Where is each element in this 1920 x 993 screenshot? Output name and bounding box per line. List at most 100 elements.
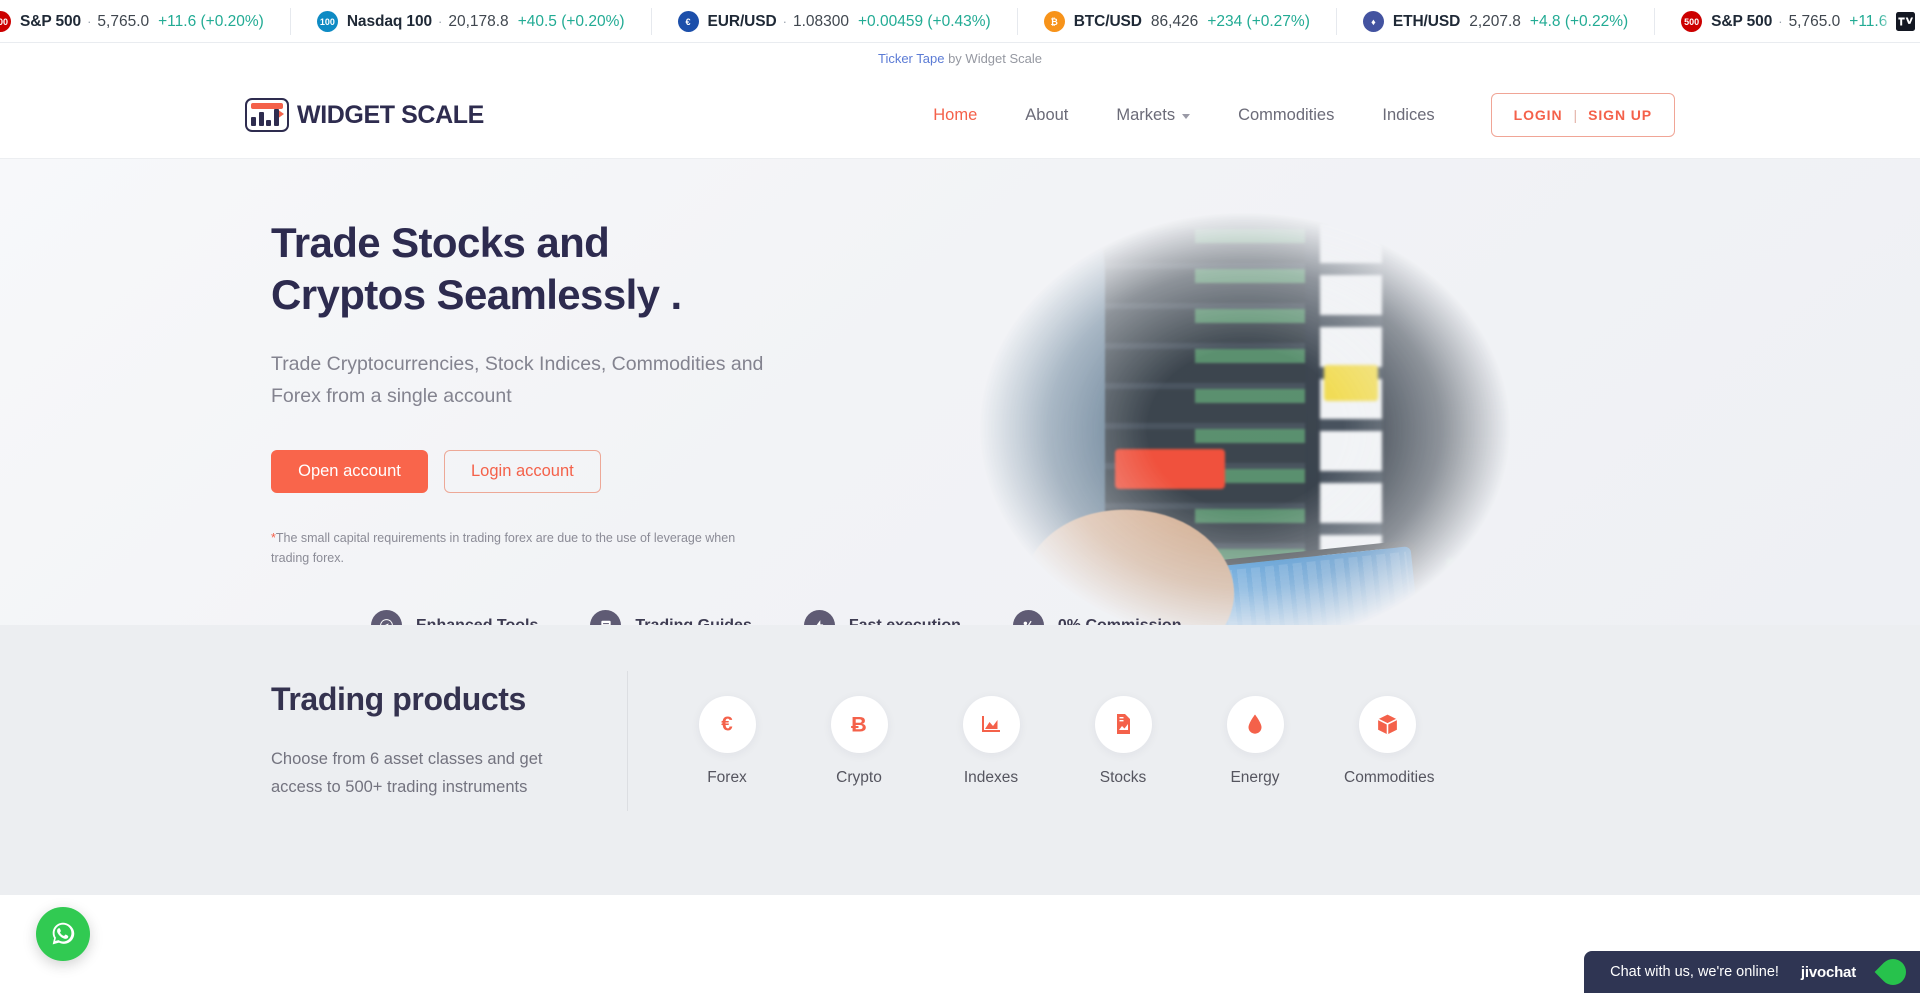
ticker-symbol-icon: 500 [1681, 11, 1703, 32]
ticker-name: BTC/USD [1073, 12, 1142, 30]
ticker-symbol-icon: ♦ [1362, 11, 1384, 32]
hero-actions: Open account Login account [271, 449, 1675, 493]
nav-item-label: About [1025, 105, 1069, 124]
ticker-change: +0.00459 (+0.43%) [857, 12, 991, 30]
jivochat-leaf-icon [1874, 953, 1912, 991]
hero-feature-label: 0% Commission [1058, 617, 1182, 625]
ticker-name: Nasdaq 100 [346, 12, 432, 30]
ticker-item[interactable]: € EUR/USD · 1.08300 +0.00459 (+0.43%) [652, 8, 1018, 35]
ticker-dot: · [1778, 14, 1783, 29]
ticker-item[interactable]: ♦ ETH/USD 2,207.8 +4.8 (+0.22%) [1337, 8, 1656, 35]
bar-chart-logo-icon [245, 98, 289, 132]
ticker-symbol-icon: 500 [0, 11, 11, 32]
chevron-down-icon [1182, 114, 1191, 119]
brand-logo[interactable]: WIDGET SCALE [245, 98, 484, 132]
chat-brand-label: jivochat [1800, 963, 1856, 981]
percent-icon [1012, 610, 1044, 625]
hero-feature: Fast execution [803, 610, 961, 625]
ticker-price: 5,765.0 [1788, 12, 1841, 30]
page-title: Trade Stocks and Cryptos Seamlessly . [271, 217, 1675, 321]
product-card-crypto[interactable]: Ƀ Crypto [816, 695, 902, 787]
products-title: Trading products [271, 680, 526, 717]
nav-item-label: Indices [1382, 105, 1435, 124]
ticker-dot: · [438, 14, 443, 29]
nav-item-commodities[interactable]: Commodities [1214, 96, 1358, 135]
ticker-attribution-link[interactable]: Ticker Tape [878, 51, 944, 66]
document-icon [590, 610, 622, 625]
site-header: WIDGET SCALE Home About Markets Commodities… [0, 72, 1920, 159]
ticker-item[interactable]: 500S&P 500·5,765.0+11.6 (+0.20%) [1655, 8, 1920, 35]
ticker-price: 5,765.0 [97, 12, 150, 30]
svg-text:€: € [721, 713, 733, 736]
hero-content: Trade Stocks and Cryptos Seamlessly . Tr… [245, 159, 1675, 625]
login-link[interactable]: LOGIN [1514, 107, 1563, 123]
ticker-price: 86,426 [1150, 12, 1199, 30]
hero-subheading: Trade Cryptocurrencies, Stock Indices, C… [271, 353, 764, 407]
product-card-forex[interactable]: € Forex [684, 695, 770, 787]
login-signup-button[interactable]: LOGIN | SIGN UP [1490, 93, 1675, 137]
disclaimer-text: The small capital requirements in tradin… [271, 530, 736, 565]
hero-heading-line1: Trade Stocks and [271, 219, 610, 266]
ticker-row[interactable]: 500 S&P 500 · 5,765.0 +11.6 (+0.20%) 100 Nasda… [0, 0, 1920, 42]
hero-heading-line2: Cryptos Seamlessly . [271, 271, 682, 319]
hero-feature: Enhanced Tools [371, 610, 538, 625]
ticker-change: +11.6 (+0.20%) [158, 12, 264, 30]
ticker-change: +40.5 (+0.20%) [517, 12, 625, 30]
hero-feature-label: Fast execution [849, 617, 961, 625]
ticker-item[interactable]: 100 Nasdaq 100 · 20,178.8 +40.5 (+0.20%) [291, 8, 652, 35]
ticker-symbol-icon: 100 [316, 11, 338, 32]
nav-item-markets[interactable]: Markets [1092, 96, 1214, 135]
ticker-item[interactable]: ₿ BTC/USD 86,426 +234 (+0.27%) [1018, 8, 1337, 35]
chat-invite-text: Chat with us, we're online! [1610, 964, 1779, 980]
vertical-divider [627, 671, 628, 811]
product-label: Commodities [1344, 768, 1435, 786]
nav-item-label: Markets [1116, 105, 1176, 124]
ticker-price: 20,178.8 [448, 12, 509, 30]
tradingview-logo-icon[interactable] [1890, 6, 1920, 36]
area-chart-icon [962, 695, 1020, 753]
jivochat-bar[interactable]: Chat with us, we're online! jivochat [1584, 951, 1920, 993]
product-label: Crypto [836, 768, 882, 786]
ticker-change: +234 (+0.27%) [1207, 12, 1310, 30]
product-card-stocks[interactable]: Stocks [1080, 695, 1166, 787]
open-account-button[interactable]: Open account [271, 449, 428, 493]
ticker-price: 2,207.8 [1469, 12, 1521, 30]
product-label: Stocks [1099, 768, 1147, 786]
ticker-attribution: Ticker Tape by Widget Scale [0, 43, 1920, 72]
signup-link[interactable]: SIGN UP [1588, 107, 1652, 123]
oil-drop-icon [1226, 695, 1284, 753]
products-description: Choose from 6 asset classes and get acce… [271, 749, 543, 796]
hero-feature: 0% Commission [1012, 610, 1182, 625]
products-inner: Trading products Choose from 6 asset cla… [245, 625, 1675, 811]
lightning-icon [803, 610, 835, 625]
product-label: Indexes [963, 768, 1019, 786]
product-card-energy[interactable]: Energy [1212, 695, 1298, 787]
svg-text:Ƀ: Ƀ [851, 712, 867, 737]
ticker-item[interactable]: 500S&P 500·5,765.0+11.6 (+0.20%) [0, 8, 291, 35]
products-intro: Trading products Choose from 6 asset cla… [245, 681, 627, 802]
whatsapp-icon [52, 922, 75, 945]
compass-icon [371, 610, 402, 625]
login-account-button[interactable]: Login account [444, 449, 601, 493]
hero-feature-list: Enhanced Tools Trading Guides Fast executi… [371, 610, 1675, 625]
nav-item-label: Commodities [1238, 105, 1335, 124]
ticker-change: +4.8 (+0.22%) [1529, 12, 1629, 30]
products-grid: € Forex Ƀ Crypto Indexes Stocks Energy Commodit… [684, 695, 1435, 787]
product-card-commodities[interactable]: Commodities [1344, 695, 1435, 787]
nav-item-home[interactable]: Home [909, 96, 1001, 135]
main-navigation[interactable]: Home About Markets Commodities Indices LOGIN |… [909, 93, 1675, 137]
brand-name: WIDGET SCALE [297, 100, 484, 129]
euro-icon: € [698, 695, 756, 753]
trading-products-section: Trading products Choose from 6 asset cla… [0, 625, 1920, 895]
ticker-dot: · [87, 14, 92, 29]
hero-section: Trade Stocks and Cryptos Seamlessly . Tr… [0, 159, 1920, 625]
ticker-tape[interactable]: 500 S&P 500 · 5,765.0 +11.6 (+0.20%) 100 Nasda… [0, 0, 1920, 43]
ticker-symbol-icon: € [677, 11, 699, 32]
bitcoin-icon: Ƀ [830, 695, 888, 753]
nav-item-about[interactable]: About [1001, 96, 1092, 135]
nav-item-indices[interactable]: Indices [1358, 96, 1458, 135]
nav-item-label: Home [933, 105, 978, 124]
whatsapp-button[interactable] [36, 907, 90, 961]
product-card-indexes[interactable]: Indexes [948, 695, 1034, 787]
hero-feature: Trading Guides [590, 610, 752, 625]
